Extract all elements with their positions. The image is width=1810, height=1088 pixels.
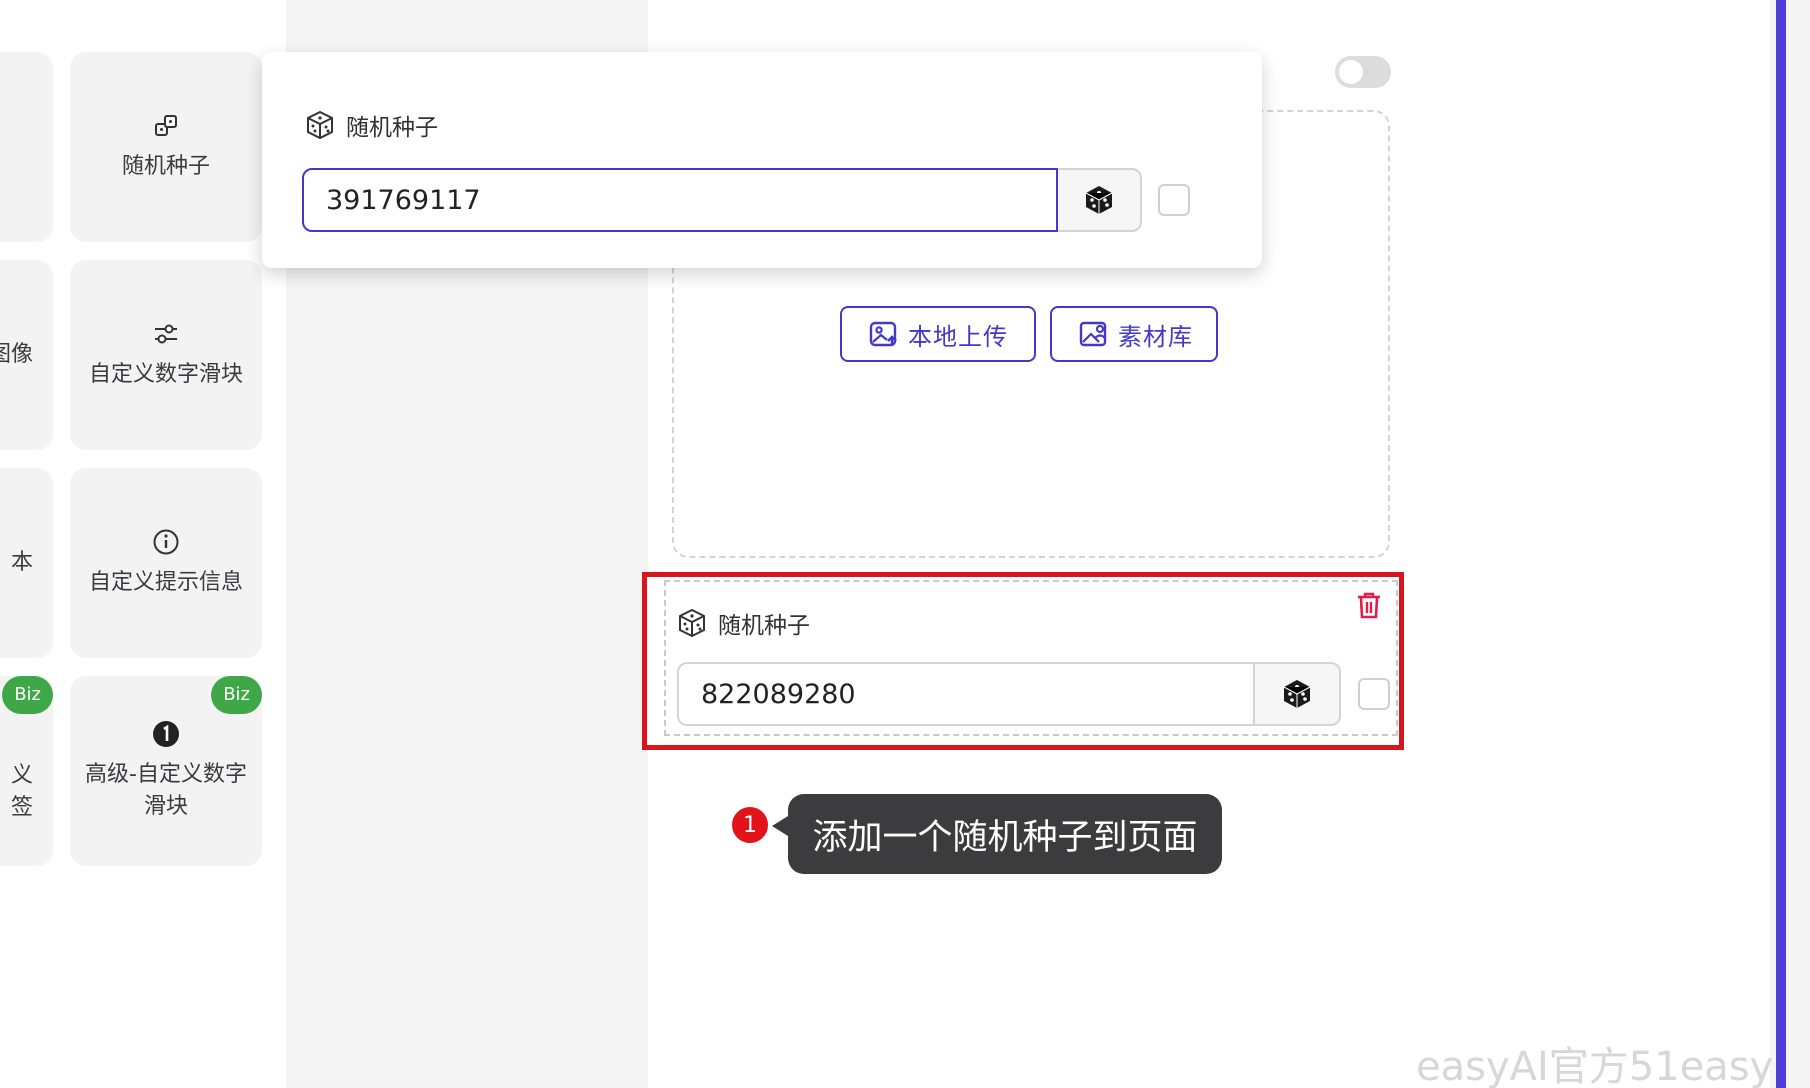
- upload-local-button[interactable]: 本地上传: [840, 306, 1036, 362]
- toggle-switch[interactable]: [1335, 56, 1391, 88]
- step-badge: 1: [730, 805, 770, 845]
- watermark: easyAI官方51easyai.com: [1416, 1044, 1774, 1088]
- material-library-label: 素材库: [1118, 322, 1193, 351]
- palette-card-random-seed[interactable]: 随机种子: [70, 52, 262, 242]
- palette-card-label: 自定义提示信息: [88, 570, 243, 595]
- material-library-button[interactable]: 素材库: [1050, 306, 1218, 362]
- dice-icon: [1283, 680, 1311, 708]
- palette-card-partial-2[interactable]: 图像: [0, 260, 53, 450]
- popup-seed-input[interactable]: 391769117: [302, 168, 1058, 232]
- biz-badge: Biz: [2, 676, 53, 714]
- random-seed-icon: [151, 111, 181, 141]
- popup-seed-checkbox[interactable]: [1158, 184, 1190, 216]
- placed-seed-title: 随机种子: [676, 606, 810, 640]
- palette-card-partial-label: 本: [10, 550, 33, 575]
- seed-drag-preview: 随机种子 391769117: [262, 52, 1262, 268]
- placed-seed-value: 822089280: [701, 678, 856, 710]
- delete-icon[interactable]: [1355, 590, 1383, 620]
- slider-icon: [151, 319, 181, 349]
- dice-icon: [1085, 186, 1113, 214]
- image-library-icon: [1079, 321, 1107, 347]
- image-upload-icon: [869, 321, 897, 347]
- accent-bar: [1776, 0, 1786, 1088]
- placed-randomize-button[interactable]: [1255, 662, 1341, 726]
- upload-local-label: 本地上传: [908, 322, 1008, 351]
- biz-badge: Biz: [211, 676, 262, 714]
- popup-seed-value: 391769117: [326, 184, 481, 216]
- palette-card-custom-slider[interactable]: 自定义数字滑块: [70, 260, 262, 450]
- palette-card-partial-label: 图像: [0, 342, 33, 367]
- tutorial-text: 添加一个随机种子到页面: [812, 817, 1198, 858]
- popup-randomize-button[interactable]: [1058, 168, 1142, 232]
- right-panel: [1414, 0, 1770, 1088]
- palette-card-label: 随机种子: [121, 154, 210, 179]
- placed-seed-title-text: 随机种子: [718, 613, 810, 639]
- number-one-icon: [151, 719, 181, 749]
- placed-seed-checkbox[interactable]: [1358, 678, 1390, 710]
- palette-card-advanced-slider[interactable]: Biz 高级-自定义数字滑块: [70, 676, 262, 866]
- palette-card-label: 自定义数字滑块: [88, 362, 243, 387]
- info-icon: [151, 527, 181, 557]
- palette-card-custom-tip[interactable]: 自定义提示信息: [70, 468, 262, 658]
- placed-seed-input[interactable]: 822089280: [677, 662, 1255, 726]
- dice-outline-icon: [307, 110, 333, 140]
- palette-card-partial-4[interactable]: Biz 义 签: [0, 676, 53, 866]
- popup-seed-title-text: 随机种子: [346, 115, 438, 141]
- tutorial-tooltip: 添加一个随机种子到页面: [772, 794, 1222, 874]
- palette-card-partial-3[interactable]: 本: [0, 468, 53, 658]
- dice-outline-icon: [679, 608, 705, 638]
- component-palette: 随机种子 图像 自定义数字滑块 本 自定义提示信息 Biz 义 签 Biz 高级…: [0, 0, 286, 1088]
- palette-card-partial-label: 义 签: [10, 763, 33, 820]
- palette-card-label: 高级-自定义数字滑块: [85, 762, 247, 819]
- popup-seed-title: 随机种子: [304, 108, 438, 142]
- palette-card-partial-1[interactable]: [0, 52, 53, 242]
